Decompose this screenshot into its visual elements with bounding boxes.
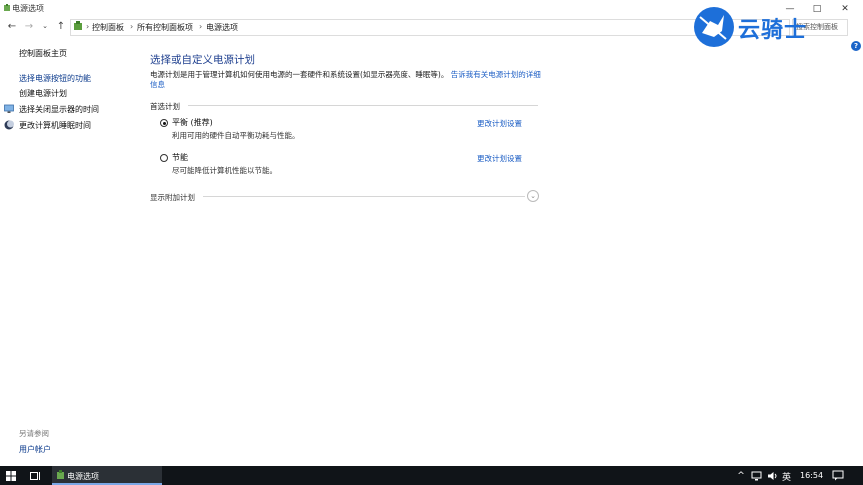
- sidebar-item-power-button[interactable]: 选择电源按钮的功能: [19, 73, 91, 84]
- plan-balanced-radio[interactable]: [160, 119, 168, 127]
- plan-power-saver-radio[interactable]: [160, 154, 168, 162]
- taskbar-app-label: 电源选项: [67, 472, 99, 481]
- chevron-up-icon[interactable]: ^: [735, 466, 747, 485]
- intro-text: 电源计划是用于管理计算机如何使用电源的一套硬件和系统设置(如显示器亮度、睡眠等)…: [150, 70, 545, 90]
- section-divider: [188, 105, 538, 106]
- network-icon[interactable]: [751, 471, 763, 481]
- back-arrow-icon[interactable]: ←: [5, 19, 19, 33]
- plan-power-saver-name[interactable]: 节能: [172, 152, 188, 163]
- power-options-taskbar-icon: [57, 470, 64, 479]
- page-title: 选择或自定义电源计划: [150, 54, 255, 66]
- power-options-icon: [4, 4, 10, 11]
- volume-icon[interactable]: [767, 471, 779, 481]
- intro-description: 电源计划是用于管理计算机如何使用电源的一套硬件和系统设置(如显示器亮度、睡眠等)…: [150, 70, 449, 79]
- up-arrow-icon[interactable]: ↑: [54, 19, 68, 33]
- sidebar-item-create-plan[interactable]: 创建电源计划: [19, 88, 67, 99]
- moon-icon: [4, 120, 14, 130]
- breadcrumb-separator-icon: ›: [130, 22, 134, 31]
- control-panel-icon: [74, 21, 82, 30]
- taskbar-clock[interactable]: 16:54: [800, 471, 823, 480]
- notifications-icon[interactable]: [832, 470, 844, 481]
- recent-dropdown-icon[interactable]: ⌄: [38, 19, 52, 33]
- preferred-plans-header: 首选计划: [150, 102, 180, 111]
- breadcrumb-all-items[interactable]: 所有控制面板项: [137, 22, 193, 33]
- watermark-text: 云骑士: [738, 18, 808, 43]
- breadcrumb-separator-icon: ›: [86, 22, 90, 31]
- plan-power-saver-description: 尽可能降低计算机性能以节能。: [172, 166, 277, 175]
- plan-balanced-description: 利用可用的硬件自动平衡功耗与性能。: [172, 131, 300, 140]
- help-icon[interactable]: ?: [851, 41, 861, 51]
- plan-power-saver-change-link[interactable]: 更改计划设置: [477, 153, 522, 164]
- additional-plans-divider: [203, 196, 525, 197]
- breadcrumb-power-options[interactable]: 电源选项: [206, 22, 238, 33]
- input-language-indicator[interactable]: 英: [782, 470, 791, 483]
- monitor-icon: [4, 104, 14, 113]
- user-accounts-link[interactable]: 用户帐户: [19, 444, 51, 455]
- breadcrumb-control-panel[interactable]: 控制面板: [92, 22, 124, 33]
- sidebar-item-home[interactable]: 控制面板主页: [19, 48, 67, 59]
- windows-start-icon[interactable]: [6, 471, 16, 481]
- forward-arrow-icon[interactable]: →: [22, 19, 36, 33]
- show-additional-plans-label[interactable]: 显示附加计划: [150, 192, 195, 203]
- see-also-title: 另请参阅: [19, 429, 49, 438]
- sidebar-item-display-off[interactable]: 选择关闭显示器的时间: [19, 104, 99, 115]
- chevron-down-icon[interactable]: ⌄: [527, 190, 539, 202]
- plan-balanced-name[interactable]: 平衡 (推荐): [172, 117, 213, 128]
- plan-balanced-change-link[interactable]: 更改计划设置: [477, 118, 522, 129]
- breadcrumb-separator-icon: ›: [199, 22, 203, 31]
- window-title: 电源选项: [12, 4, 44, 13]
- sidebar-item-sleep-time[interactable]: 更改计算机睡眠时间: [19, 120, 91, 131]
- task-view-icon[interactable]: [30, 471, 41, 481]
